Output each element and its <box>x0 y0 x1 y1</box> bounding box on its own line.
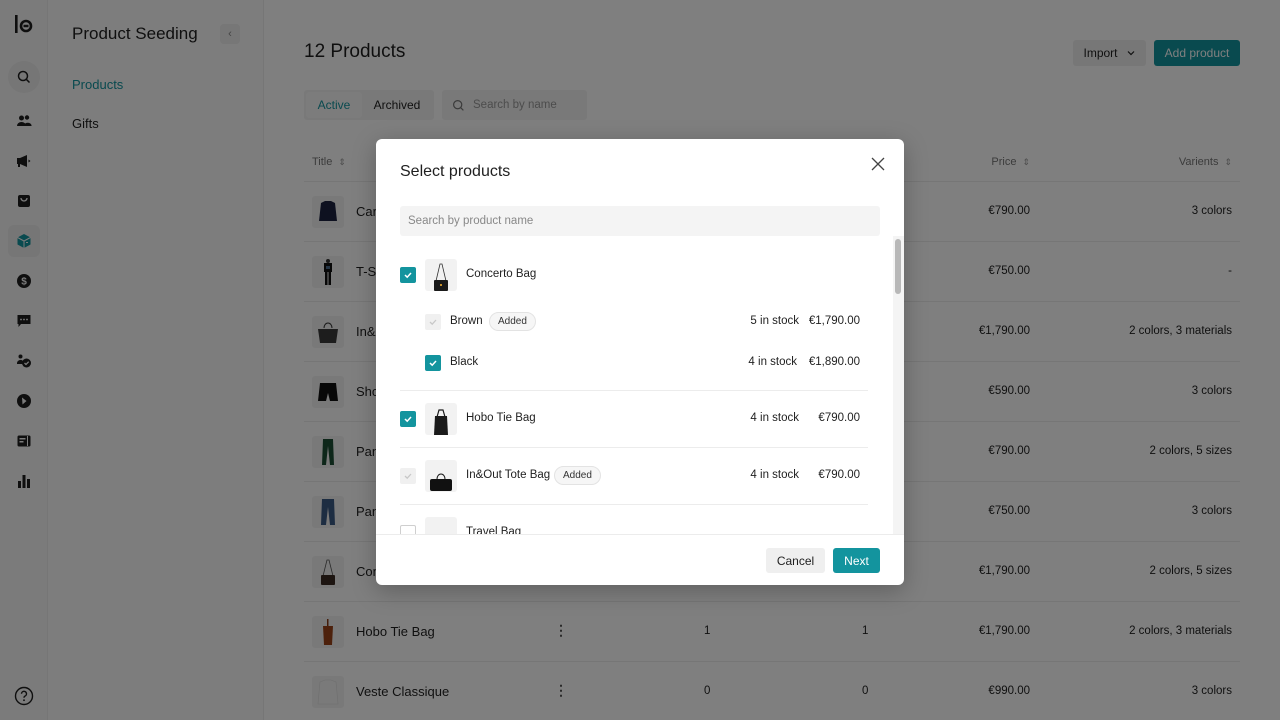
checkbox-travel-bag[interactable] <box>400 525 416 534</box>
list-item-variant-brown: Brown Added 5 in stock €1,790.00 <box>400 308 868 336</box>
product-thumbnail <box>425 403 457 435</box>
stock-count: 5 in stock <box>750 315 799 327</box>
checkbox-inout-tote-bag <box>400 468 416 484</box>
stock-count: 4 in stock <box>750 412 799 424</box>
checkbox-variant-brown <box>425 314 441 330</box>
product-name: Hobo Tie Bag <box>466 412 536 424</box>
product-price: €790.00 <box>818 469 860 481</box>
list-item-concerto-bag[interactable]: Concerto Bag <box>400 257 868 294</box>
list-item-inout-tote-bag: In&Out Tote Bag Added 4 in stock €790.00 <box>400 448 868 505</box>
bag-image <box>430 473 452 491</box>
list-scrollbar[interactable] <box>893 236 904 534</box>
added-badge: Added <box>554 466 601 485</box>
check-icon <box>429 360 437 367</box>
product-thumbnail <box>425 460 457 492</box>
stock-count: 4 in stock <box>750 469 799 481</box>
check-icon <box>429 319 437 326</box>
added-badge: Added <box>489 312 536 331</box>
product-price: €790.00 <box>818 412 860 424</box>
list-item-hobo-tie-bag[interactable]: Hobo Tie Bag 4 in stock €790.00 <box>400 391 868 448</box>
check-icon <box>404 416 412 423</box>
checkbox-concerto-bag[interactable] <box>400 267 416 283</box>
variant-name: Brown <box>450 315 483 327</box>
close-icon[interactable] <box>870 156 886 172</box>
product-name-search-input[interactable] <box>400 206 880 236</box>
list-item-variant-black[interactable]: Black 4 in stock €1,890.00 <box>400 348 868 391</box>
stock-count: 4 in stock <box>748 356 797 368</box>
variant-price: €1,890.00 <box>808 356 860 368</box>
product-name: Concerto Bag <box>466 268 537 280</box>
product-thumbnail <box>425 259 457 291</box>
next-button[interactable]: Next <box>833 548 880 573</box>
modal-title: Select products <box>400 163 511 180</box>
modal-footer: Cancel Next <box>376 534 904 585</box>
checkbox-variant-black[interactable] <box>425 355 441 371</box>
product-thumbnail <box>425 517 457 534</box>
scrollbar-thumb[interactable] <box>895 239 901 294</box>
check-icon <box>404 272 412 279</box>
select-products-modal: Select products Concerto Bag Brown Added… <box>376 139 904 585</box>
bag-image <box>434 263 448 291</box>
bag-image <box>434 409 448 435</box>
check-icon <box>404 473 412 480</box>
list-item-travel-bag[interactable]: Travel Bag <box>400 505 868 534</box>
checkbox-hobo-tie-bag[interactable] <box>400 411 416 427</box>
product-list: Concerto Bag Brown Added 5 in stock €1,7… <box>376 236 904 534</box>
cancel-button[interactable]: Cancel <box>766 548 825 573</box>
variant-price: €1,790.00 <box>808 315 860 327</box>
bag-image <box>429 519 453 534</box>
variant-name: Black <box>450 356 479 368</box>
product-name: In&Out Tote Bag <box>466 469 551 481</box>
product-name: Travel Bag <box>466 526 522 534</box>
